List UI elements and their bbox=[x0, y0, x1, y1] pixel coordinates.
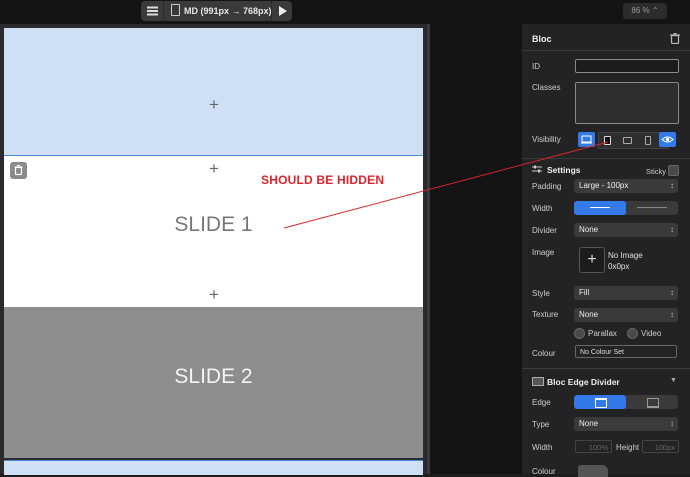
texture-label: Texture bbox=[532, 310, 559, 319]
inspector-title: Bloc bbox=[532, 34, 552, 44]
device-toolbar-group: MD (991px → 768px) bbox=[141, 1, 292, 21]
padding-label: Padding bbox=[532, 182, 562, 191]
bloc-slide-2[interactable]: SLIDE 2 bbox=[4, 307, 423, 458]
classes-input[interactable] bbox=[575, 82, 679, 124]
slide-2-heading[interactable]: SLIDE 2 bbox=[4, 365, 423, 389]
divider-label: Divider bbox=[532, 226, 557, 235]
edge-height-value: 100px bbox=[654, 443, 675, 452]
edge-divider-icon bbox=[532, 377, 544, 386]
style-select[interactable]: Fill bbox=[574, 286, 678, 300]
breakpoint-selector[interactable]: MD (991px → 768px) bbox=[171, 1, 272, 21]
image-label: Image bbox=[532, 248, 555, 257]
parallax-label: Parallax bbox=[588, 329, 617, 338]
collapse-triangle-icon[interactable]: ▼ bbox=[670, 377, 677, 384]
edge-height-input[interactable]: 100px bbox=[642, 440, 679, 453]
divider-select[interactable]: None bbox=[574, 223, 678, 237]
visibility-md-tablet-icon[interactable] bbox=[604, 136, 611, 145]
inspector-panel: Bloc ID Classes Visibility Settings Stic… bbox=[522, 24, 690, 477]
type-label: Type bbox=[532, 420, 550, 429]
edge-height-label: Height bbox=[616, 443, 640, 452]
visibility-xs-phone-icon[interactable] bbox=[645, 136, 651, 145]
preview-play-button[interactable] bbox=[271, 1, 292, 21]
width-full-icon bbox=[637, 207, 667, 208]
add-brick-plus-icon[interactable]: + bbox=[207, 96, 221, 113]
width-contained-icon bbox=[590, 207, 610, 208]
edge-width-label: Width bbox=[532, 443, 553, 452]
top-toolbar: MD (991px → 768px) 86 % ⌃ bbox=[0, 0, 690, 24]
divider bbox=[522, 158, 690, 159]
chevron-updown-icon: ⌃ bbox=[651, 6, 659, 15]
edge-top-icon bbox=[595, 398, 607, 408]
edge-label: Edge bbox=[532, 398, 551, 407]
canvas-scrollbar[interactable] bbox=[427, 24, 430, 474]
image-size: 0x0px bbox=[608, 262, 630, 271]
edge-bottom-icon bbox=[647, 398, 659, 408]
style-label: Style bbox=[532, 289, 550, 298]
width-label: Width bbox=[532, 204, 553, 213]
visibility-sm-tablet-icon[interactable] bbox=[623, 137, 632, 144]
edge-segmented-control[interactable] bbox=[574, 395, 678, 409]
id-label: ID bbox=[532, 62, 540, 71]
video-checkbox[interactable] bbox=[627, 328, 638, 339]
edge-colour-label: Colour bbox=[532, 467, 556, 476]
add-bloc-below-plus-icon[interactable]: + bbox=[207, 286, 221, 303]
edge-colour-swatch[interactable] bbox=[578, 465, 608, 477]
hamburger-icon[interactable] bbox=[141, 1, 164, 21]
edge-width-value: 100% bbox=[588, 443, 608, 452]
delete-bloc-trash-icon[interactable] bbox=[10, 162, 27, 179]
design-canvas[interactable]: + + SLIDE 1 + SLIDE 2 bbox=[0, 24, 427, 475]
divider bbox=[522, 50, 690, 51]
visibility-label: Visibility bbox=[532, 135, 561, 144]
width-fixed-option[interactable] bbox=[574, 201, 626, 215]
tablet-icon bbox=[171, 4, 180, 16]
slide-1-heading[interactable]: SLIDE 1 bbox=[4, 213, 423, 237]
breakpoint-label: MD (991px → 768px) bbox=[184, 6, 272, 16]
bloc-header[interactable]: + bbox=[4, 28, 423, 156]
sliders-icon bbox=[532, 165, 542, 175]
add-image-plus-icon[interactable]: + bbox=[579, 247, 605, 273]
edge-width-input[interactable]: 100% bbox=[575, 440, 612, 453]
classes-label: Classes bbox=[532, 83, 561, 92]
image-name: No Image bbox=[608, 251, 643, 260]
visibility-lg-button[interactable] bbox=[578, 132, 595, 147]
trash-icon[interactable] bbox=[670, 33, 680, 46]
colour-label: Colour bbox=[532, 349, 556, 358]
sticky-checkbox[interactable] bbox=[668, 165, 679, 176]
settings-title: Settings bbox=[547, 165, 581, 175]
annotation-text: SHOULD BE HIDDEN bbox=[261, 173, 385, 187]
visibility-preview-button[interactable] bbox=[659, 132, 676, 147]
colour-picker[interactable]: No Colour Set bbox=[575, 345, 677, 358]
padding-select[interactable]: Large - 100px bbox=[574, 179, 678, 193]
width-segmented-control[interactable] bbox=[574, 201, 678, 215]
add-bloc-above-plus-icon[interactable]: + bbox=[207, 160, 221, 177]
eye-icon bbox=[661, 136, 674, 143]
zoom-dropdown[interactable]: 86 % ⌃ bbox=[623, 3, 667, 19]
canvas-gutter bbox=[427, 24, 522, 474]
type-select[interactable]: None bbox=[574, 417, 678, 431]
id-input[interactable] bbox=[575, 59, 679, 73]
divider bbox=[522, 368, 690, 369]
parallax-checkbox[interactable] bbox=[574, 328, 585, 339]
sticky-label: Sticky bbox=[646, 167, 667, 176]
zoom-label: 86 % bbox=[631, 6, 650, 15]
video-label: Video bbox=[641, 329, 662, 338]
texture-select[interactable]: None bbox=[574, 308, 678, 322]
bloc-next[interactable] bbox=[4, 460, 423, 475]
edge-divider-title: Bloc Edge Divider bbox=[547, 377, 620, 387]
